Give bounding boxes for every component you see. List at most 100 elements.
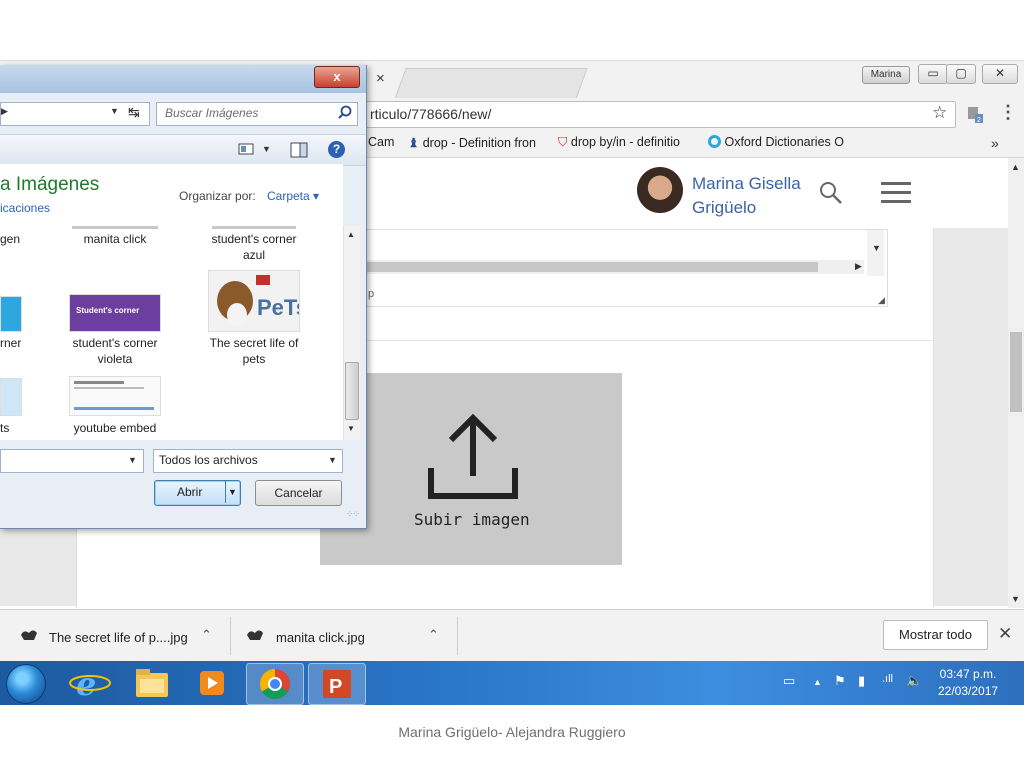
browser-tab-inactive[interactable] [394, 68, 588, 99]
arrange-by-label: Organizar por: [179, 189, 256, 203]
chevron-down-icon[interactable]: ▼ [228, 487, 237, 497]
media-player-icon[interactable] [184, 663, 240, 703]
editor-scroll-thumb[interactable] [366, 262, 818, 272]
menu-kebab-icon[interactable]: ⋮ [999, 102, 1017, 123]
action-center-flag-icon[interactable]: ⚑ [834, 673, 846, 689]
image-file-icon [21, 630, 37, 640]
bookmark-item[interactable]: ⛉ drop by/in - definitio [558, 135, 680, 150]
help-icon[interactable]: ? [328, 141, 345, 158]
bookmark-item[interactable]: Cam [368, 135, 394, 149]
chevron-down-icon[interactable]: ▼ [110, 106, 119, 116]
file-item[interactable]: The secret life of pets [204, 335, 304, 367]
avatar[interactable] [637, 167, 683, 213]
user-name-link[interactable]: Marina Gisella Grigüelo [692, 172, 801, 220]
bookmark-label: drop - Definition fron [422, 136, 536, 150]
file-thumbnail[interactable] [212, 226, 296, 229]
file-thumbnail[interactable] [72, 226, 158, 229]
minimize-button[interactable]: ▭ [918, 64, 948, 84]
file-thumbnail[interactable]: PeTs [208, 270, 308, 332]
scroll-up-icon[interactable]: ▲ [1011, 162, 1020, 172]
library-title: a Imágenes [0, 174, 100, 195]
search-icon[interactable] [338, 105, 352, 119]
chevron-down-icon[interactable]: ▼ [262, 144, 271, 154]
file-item[interactable]: student's corner azul [204, 231, 304, 263]
download-item[interactable]: The secret life of p....jpg [49, 630, 188, 645]
user-name-line: Grigüelo [692, 198, 757, 217]
start-button[interactable] [6, 664, 46, 704]
svg-text:e: e [76, 665, 96, 703]
close-icon[interactable]: ✕ [998, 624, 1012, 644]
clock[interactable]: 03:47 p.m. 22/03/2017 [938, 666, 998, 700]
thumbnail-text: Student's corner [76, 306, 140, 315]
file-list-scroll-thumb[interactable] [345, 362, 359, 420]
scroll-right-icon[interactable]: ▶ [855, 261, 862, 272]
bookmark-label: Cam [368, 135, 395, 149]
svg-text:P: P [329, 676, 342, 698]
dictionary-icon: ♝ [408, 136, 420, 150]
network-signal-icon[interactable]: .ıll [882, 673, 893, 685]
change-view-icon[interactable] [238, 142, 254, 156]
resize-grip-icon[interactable]: ⁘⁘ [346, 509, 360, 520]
page-scroll-thumb[interactable] [1010, 332, 1022, 412]
file-thumbnail[interactable]: Student's corner [69, 294, 161, 332]
scroll-down-icon[interactable]: ▼ [347, 424, 355, 433]
internet-explorer-icon[interactable]: e [62, 663, 118, 703]
dialog-close-button[interactable]: x [314, 66, 360, 88]
file-item[interactable]: student's corner violeta [66, 335, 164, 367]
chevron-down-icon[interactable]: ▼ [128, 455, 137, 465]
file-item[interactable]: rner [0, 335, 21, 351]
editor-vertical-scrollbar[interactable] [867, 230, 884, 276]
file-name-input[interactable] [0, 449, 144, 473]
bookmark-item[interactable]: ♝ drop - Definition fron [408, 135, 536, 150]
chevron-up-icon[interactable]: ⌃ [201, 627, 212, 643]
powerpoint-icon[interactable]: P [308, 663, 366, 705]
hamburger-menu-icon[interactable] [880, 180, 912, 206]
bookmark-label: Oxford Dictionaries O [724, 135, 844, 149]
tab-close-icon[interactable]: × [376, 70, 385, 87]
file-explorer-icon[interactable] [124, 663, 180, 703]
library-locations-link[interactable]: icaciones [0, 201, 50, 215]
tray-keyboard-icon[interactable]: ▭ [783, 673, 795, 689]
extension-icon[interactable]: 2 [966, 104, 984, 124]
download-item[interactable]: manita click.jpg [276, 630, 365, 645]
file-item[interactable]: ts [0, 420, 9, 436]
bookmark-star-icon[interactable]: ☆ [932, 103, 947, 123]
file-item[interactable]: gen [0, 231, 20, 247]
file-thumbnail[interactable] [0, 296, 22, 332]
chevron-down-icon[interactable]: ▼ [328, 455, 337, 465]
chrome-icon[interactable] [246, 663, 304, 705]
file-item[interactable]: manita click [66, 231, 164, 247]
close-window-button[interactable]: ✕ [982, 64, 1018, 84]
power-icon[interactable]: ▮ [858, 673, 865, 689]
upload-label: Subir imagen [414, 510, 530, 529]
file-item[interactable]: youtube embed [66, 420, 164, 436]
clock-time: 03:47 p.m. [939, 667, 997, 681]
arrange-by-dropdown[interactable]: Carpeta ▾ [267, 189, 319, 203]
bookmark-item[interactable]: Oxford Dictionaries O [708, 135, 844, 149]
open-button-label: Abrir [177, 485, 203, 499]
clock-date: 22/03/2017 [938, 684, 999, 698]
search-placeholder: Buscar Imágenes [165, 106, 259, 120]
scroll-down-icon[interactable]: ▼ [872, 243, 881, 253]
dialog-toolbar [0, 134, 366, 166]
file-thumbnail[interactable] [0, 378, 22, 416]
chevron-up-icon[interactable]: ⌃ [428, 627, 439, 643]
profile-chip[interactable]: Marina [862, 66, 910, 84]
scroll-up-icon[interactable]: ▲ [347, 230, 355, 239]
cancel-button[interactable]: Cancelar [255, 480, 342, 506]
scroll-down-icon[interactable]: ▼ [1011, 594, 1020, 604]
file-thumbnail[interactable] [69, 376, 161, 416]
chevron-right-icon[interactable]: ▶ [1, 106, 8, 117]
resize-grip-icon[interactable]: ◢ [878, 295, 885, 306]
preview-pane-icon[interactable] [290, 142, 308, 158]
bookmarks-more-icon[interactable]: » [991, 135, 999, 151]
search-icon[interactable] [818, 180, 844, 206]
maximize-button[interactable]: ▢ [946, 64, 976, 84]
volume-icon[interactable]: 🔈 [906, 673, 922, 689]
user-name-line: Marina Gisella [692, 174, 801, 193]
show-all-button[interactable]: Mostrar todo [883, 620, 988, 650]
dialog-titlebar[interactable] [0, 65, 366, 93]
refresh-icon[interactable]: ↹ [128, 104, 140, 121]
tray-expand-icon[interactable]: ▲ [813, 677, 822, 687]
address-bar-url[interactable]: rticulo/778666/new/ [370, 106, 491, 122]
